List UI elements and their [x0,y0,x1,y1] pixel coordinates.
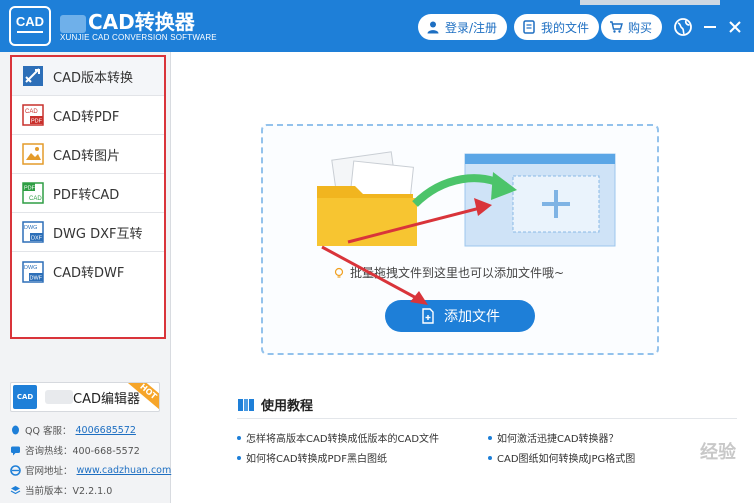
add-file-icon [422,308,434,324]
sidebar-item-cad-version[interactable]: CAD版本转换 [12,57,164,96]
dwg-dxf-icon: DWG DXF [22,221,44,243]
version-info: 当前版本：V2.2.1.0 [10,483,112,497]
blurred-brand-mark [60,14,86,33]
chat-icon [11,446,20,455]
user-icon [427,21,439,34]
hotline: 咨询热线：400-668-5572 [10,443,140,457]
main-panel: 批量 拖拽文件到这里也可以添加文件哦~ 添加文件 使用教程 怎样将高版本CAD转换… [172,52,754,503]
file-icon [523,20,535,34]
tutorial-link[interactable]: 如何将CAD转换成PDF黑白图纸 [237,450,387,465]
my-files-label: 我的文件 [541,20,590,35]
sidebar-item-label: CAD版本转换 [53,70,133,86]
qq-label: QQ 客服： [25,426,72,437]
bullet [237,455,241,460]
svg-text:DWG: DWG [24,225,37,231]
cart-icon [610,21,623,33]
buy-label: 购买 [628,20,653,35]
tutorial-link-text: 如何激活迅捷CAD转换器？ [497,434,619,445]
svg-text:PDF: PDF [31,119,43,125]
blurred-brand-mark [45,390,73,404]
hotline-text: 咨询热线：400-668-5572 [25,446,140,457]
minimize-icon [704,26,716,28]
lightbulb-icon [334,267,344,278]
svg-text:CAD: CAD [25,109,38,115]
top-strip [580,0,720,5]
sidebar-item-label: DWG DXF互转 [53,226,143,242]
sidebar-item-label: CAD转DWF [53,266,125,281]
sidebar-item-pdf-to-cad[interactable]: PDF CAD PDF转CAD [12,174,164,213]
close-icon [729,21,741,33]
drop-hint: 批量 拖拽文件到这里也可以添加文件哦~ [333,264,603,281]
svg-text:DWF: DWF [30,275,43,281]
book-icon [238,398,254,411]
layers-icon [10,485,21,494]
website-label: 官网地址： [25,466,73,477]
tutorial-link-text: 如何将CAD转换成PDF黑白图纸 [246,454,388,465]
app-title: CAD转换器 [60,6,195,35]
website: 官网地址： www.cadzhuan.com [10,463,171,477]
version-text: 当前版本：V2.2.1.0 [25,486,113,497]
cad-to-pdf-icon: CAD PDF [22,104,44,126]
login-button[interactable]: 登录/注册 [418,14,508,40]
tutorial-heading: 使用教程 [237,395,313,414]
sidebar-item-label: PDF转CAD [53,187,120,203]
svg-text:PDF: PDF [24,186,36,192]
app-logo: CAD [9,6,51,46]
globe-icon [674,18,692,36]
cad-editor-banner[interactable]: CAD CAD编辑器 HOT [10,382,160,412]
add-file-button[interactable]: 添加文件 [385,300,535,332]
tutorial-link[interactable]: 怎样将高版本CAD转换成低版本的CAD文件 [237,430,439,445]
sidebar-item-cad-to-image[interactable]: CAD转图片 [12,135,164,174]
tutorial-link[interactable]: CAD图纸如何转换成JPG格式图 [488,450,635,465]
qq-support: QQ 客服： 4006685572 [10,423,136,437]
drag-drop-illustration [317,151,616,247]
title-bar: CAD CAD转换器 XUNJIE CAD CONVERSION SOFTWAR… [0,0,754,52]
buy-button[interactable]: 购买 [601,14,663,40]
bullet [488,455,492,460]
close-button[interactable] [722,14,748,40]
tutorial-link[interactable]: 如何激活迅捷CAD转换器？ [488,430,619,445]
tutorial-link-text: CAD图纸如何转换成JPG格式图 [497,454,636,465]
bullet [488,435,492,440]
drop-hint-text: 拖拽文件到这里也可以添加文件哦~ [374,266,565,280]
drop-hint-prefix: 批量 [350,266,375,280]
sidebar-item-cad-to-dwf[interactable]: DWG DWF CAD转DWF [12,252,164,291]
qq-link[interactable]: 4006685572 [75,425,135,436]
browser-icon [10,464,21,476]
app-subtitle: XUNJIE CAD CONVERSION SOFTWARE [60,33,217,42]
cad-to-dwf-icon: DWG DWF [22,260,44,283]
login-label: 登录/注册 [445,20,498,35]
sidebar-item-dwg-dxf[interactable]: DWG DXF DWG DXF互转 [12,213,164,252]
minimize-button[interactable] [697,14,723,40]
add-file-label: 添加文件 [444,309,500,325]
tutorial-link-text: 怎样将高版本CAD转换成低版本的CAD文件 [246,434,440,445]
logo-text: CAD [15,14,45,29]
pdf-to-cad-icon: PDF CAD [22,182,44,204]
sidebar: CAD版本转换 CAD PDF CAD转PDF CAD转图片 PDF CAD PDF… [0,52,171,503]
sidebar-nav: CAD版本转换 CAD PDF CAD转PDF CAD转图片 PDF CAD PDF… [10,55,166,339]
watermark: 经验 [700,442,736,463]
file-drop-zone[interactable]: 批量 拖拽文件到这里也可以添加文件哦~ 添加文件 [261,124,659,355]
cad-to-image-icon [22,143,44,165]
tutorial-divider [237,418,737,419]
my-files-button[interactable]: 我的文件 [514,14,600,40]
bullet [237,435,241,440]
sidebar-item-cad-to-pdf[interactable]: CAD PDF CAD转PDF [12,96,164,135]
sidebar-item-label: CAD转PDF [53,109,120,125]
cad-editor-label: CAD编辑器 [73,391,140,407]
cad-editor-icon: CAD [13,385,37,409]
logo-arrows-icon [17,31,43,39]
svg-text:CAD: CAD [29,196,42,202]
language-button[interactable] [670,14,696,40]
website-link[interactable]: www.cadzhuan.com [77,465,172,476]
svg-text:DXF: DXF [31,236,43,242]
sidebar-item-label: CAD转图片 [53,148,120,164]
app-title-text: CAD转换器 [88,10,195,34]
qq-icon [12,425,19,434]
svg-text:DWG: DWG [24,265,37,271]
tutorial-title: 使用教程 [261,399,314,414]
cad-version-icon [23,66,43,86]
